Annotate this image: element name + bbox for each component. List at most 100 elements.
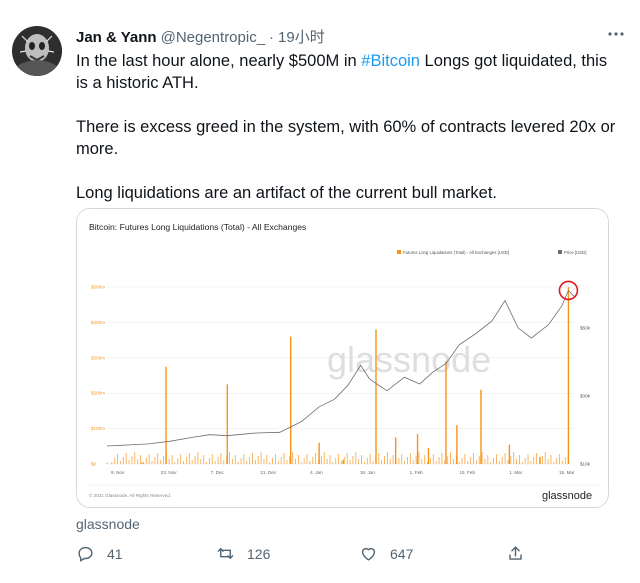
liquidation-bar-minor <box>521 462 523 464</box>
x-tick-label: 4. Jan <box>310 470 323 475</box>
liquidation-bar-minor <box>536 453 538 464</box>
tweet-text: In the last hour alone, nearly $500M in … <box>76 50 616 204</box>
liquidation-bar-minor <box>131 456 133 464</box>
liquidation-bar-minor <box>349 460 351 464</box>
liquidation-bar-minor <box>114 458 116 464</box>
liquidation-bar-minor <box>303 458 305 464</box>
liquidation-bar-minor <box>188 453 190 464</box>
liquidation-bar-minor <box>269 462 271 464</box>
liquidation-bar-minor <box>177 458 179 464</box>
liquidation-bar-minor <box>315 453 317 464</box>
liquidation-bar-minor <box>249 457 251 464</box>
liquidation-bar-minor <box>122 457 124 464</box>
liquidation-bar <box>165 366 167 464</box>
liquidation-bar-minor <box>539 460 540 464</box>
liquidation-bar-minor <box>495 454 497 464</box>
liquidation-bar-minor <box>119 461 121 464</box>
liquidation-bar-minor <box>272 458 274 464</box>
liquidation-bar-minor <box>231 459 233 464</box>
liquidation-bar <box>480 389 482 464</box>
card-source-link[interactable]: glassnode <box>76 516 140 532</box>
media-card[interactable]: Bitcoin: Futures Long Liquidations (Tota… <box>76 208 609 508</box>
author-handle[interactable]: @Negentropic_ <box>161 29 265 46</box>
reply-button[interactable]: 41 <box>76 544 123 563</box>
liquidation-bar-minor <box>163 456 164 464</box>
liquidation-bar <box>141 462 143 464</box>
x-tick-label: 1. Mar <box>509 470 522 475</box>
liquidation-bar-minor <box>197 452 199 464</box>
liquidation-bar <box>394 437 397 464</box>
liquidation-bar-minor <box>358 459 360 464</box>
x-tick-label: 15. Mar <box>559 470 575 475</box>
more-icon[interactable] <box>606 24 626 49</box>
liquidation-bar-minor <box>186 457 187 464</box>
liquidation-bar-minor <box>300 462 302 464</box>
liquidation-bar-minor <box>280 457 282 464</box>
retweet-button[interactable]: 126 <box>216 544 270 563</box>
like-button[interactable]: 647 <box>359 544 413 563</box>
liquidation-bar-minor <box>237 462 239 464</box>
liquidation-bar-minor <box>541 456 543 464</box>
liquidation-bar-minor <box>355 452 357 464</box>
liquidation-bar-minor <box>194 456 196 464</box>
liquidation-bar-minor <box>478 456 480 464</box>
liquidation-bar-minor <box>168 459 170 464</box>
x-tick-label: 15. Feb <box>459 470 475 475</box>
tweet-timestamp[interactable]: 19小时 <box>278 26 325 47</box>
liquidation-bar-minor <box>240 458 242 464</box>
liquidation-bar-minor <box>550 455 552 464</box>
liquidation-bar-minor <box>438 457 440 464</box>
liquidation-bar-minor <box>418 452 420 464</box>
liquidation-bar-minor <box>530 461 532 464</box>
liquidation-bar-minor <box>277 461 279 464</box>
author-name[interactable]: Jan & Yann <box>76 29 157 46</box>
hashtag-link[interactable]: #Bitcoin <box>361 52 420 70</box>
liquidation-bar-minor <box>392 455 394 464</box>
liquidation-bar-minor <box>395 462 397 464</box>
avatar-image <box>12 26 62 76</box>
y-right-tick-label: $50k <box>580 325 591 330</box>
tweet: Jan & Yann @Negentropic_ · 19小时 In the l… <box>0 0 640 583</box>
liquidation-bar-minor <box>180 454 182 464</box>
liquidation-bar <box>375 329 377 464</box>
liquidation-bar-minor <box>564 457 566 464</box>
reply-icon <box>78 546 93 562</box>
liquidation-bar-minor <box>338 454 340 464</box>
liquidation-bar-minor <box>125 453 127 464</box>
avatar[interactable] <box>12 26 62 76</box>
liquidation-bar-minor <box>409 453 411 464</box>
share-button[interactable] <box>506 544 537 563</box>
liquidation-bar-minor <box>297 455 299 464</box>
liquidation-bar-minor <box>148 454 150 464</box>
liquidation-bar-minor <box>274 454 276 464</box>
header-separator: · <box>269 29 275 46</box>
chart-watermark: glassnode <box>327 339 491 380</box>
liquidation-bar-minor <box>501 457 503 464</box>
y-left-tick-label: $400m <box>91 320 105 325</box>
liquidation-bar-minor <box>174 462 176 464</box>
liquidation-bar-minor <box>154 457 156 464</box>
liquidation-bar-minor <box>432 454 434 464</box>
legend-price-label: Price [USD] <box>564 250 586 255</box>
liquidation-bar-minor <box>490 462 492 464</box>
liquidation-bar-minor <box>424 455 426 464</box>
liquidations-chart: Bitcoin: Futures Long Liquidations (Tota… <box>77 209 608 507</box>
liquidation-bar-minor <box>260 452 262 464</box>
liquidation-bar-minor <box>510 456 512 464</box>
tweet-paragraph-2: There is excess greed in the system, wit… <box>76 118 616 158</box>
liquidation-bar-minor <box>421 459 423 464</box>
liquidation-bar-minor <box>435 461 437 464</box>
liquidation-bar-minor <box>361 455 362 464</box>
liquidation-bar <box>226 384 228 464</box>
liquidation-bar-minor <box>556 458 558 464</box>
liquidation-bar-minor <box>518 455 520 464</box>
liquidation-bar-minor <box>263 459 265 464</box>
liquidation-bar-minor <box>470 457 472 464</box>
liquidation-bar-minor <box>415 456 417 464</box>
liquidation-bar-minor <box>533 457 535 464</box>
liquidation-bar-minor <box>214 461 216 464</box>
liquidation-bar-minor <box>257 456 259 464</box>
liquidation-bar-minor <box>369 454 371 464</box>
liquidation-bar-minor <box>341 461 342 464</box>
liquidation-bar-minor <box>243 454 245 464</box>
